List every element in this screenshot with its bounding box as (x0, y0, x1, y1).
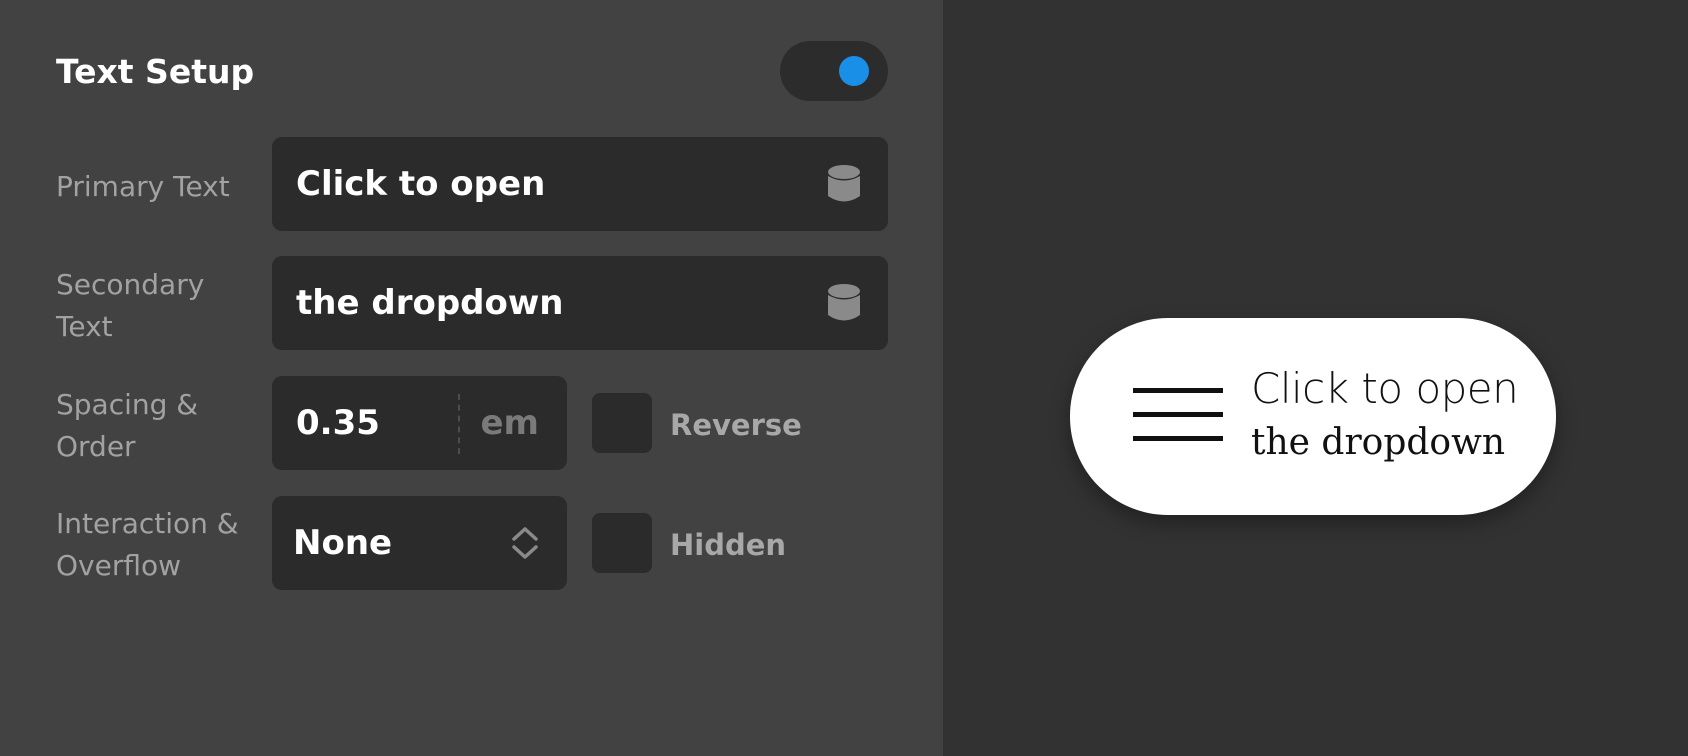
spacing-order-label-line2: Order (56, 430, 136, 463)
hidden-checkbox[interactable] (592, 513, 652, 573)
spacing-order-label: Spacing & Order (56, 384, 246, 468)
dropdown-trigger-preview[interactable]: Click to open the dropdown (1070, 318, 1556, 515)
hidden-label: Hidden (670, 528, 787, 562)
spacing-input[interactable]: 0.35 em (272, 376, 567, 470)
toggle-knob (839, 56, 869, 86)
panel-title: Text Setup (56, 52, 255, 91)
interaction-value: None (293, 523, 393, 563)
unit-divider (458, 394, 460, 454)
secondary-text-label: Secondary Text (56, 264, 246, 348)
primary-text-value: Click to open (296, 164, 546, 204)
reverse-checkbox[interactable] (592, 393, 652, 453)
database-icon[interactable] (828, 165, 860, 203)
interaction-overflow-label-line1: Interaction & (56, 507, 239, 540)
primary-text-label: Primary Text (56, 170, 230, 203)
interaction-overflow-label: Interaction & Overflow (56, 503, 246, 587)
interaction-select[interactable]: None (272, 496, 567, 590)
secondary-text-label-line2: Text (56, 310, 113, 343)
settings-panel: Text Setup Primary Text Click to open Se… (0, 0, 943, 756)
spacing-unit: em (480, 403, 540, 443)
hamburger-icon (1133, 388, 1223, 444)
reverse-label: Reverse (670, 408, 802, 442)
spacing-value: 0.35 (296, 403, 380, 443)
secondary-text-value: the dropdown (296, 283, 564, 323)
primary-text-input[interactable]: Click to open (272, 137, 888, 231)
secondary-text-input[interactable]: the dropdown (272, 256, 888, 350)
preview-secondary-text: the dropdown (1251, 422, 1506, 463)
secondary-text-label-line1: Secondary (56, 268, 205, 301)
preview-primary-text: Click to open (1251, 364, 1519, 413)
database-icon[interactable] (828, 284, 860, 322)
enable-toggle[interactable] (780, 41, 888, 101)
spacing-order-label-line1: Spacing & (56, 388, 199, 421)
interaction-overflow-label-line2: Overflow (56, 549, 182, 582)
chevron-up-down-icon (512, 527, 538, 559)
